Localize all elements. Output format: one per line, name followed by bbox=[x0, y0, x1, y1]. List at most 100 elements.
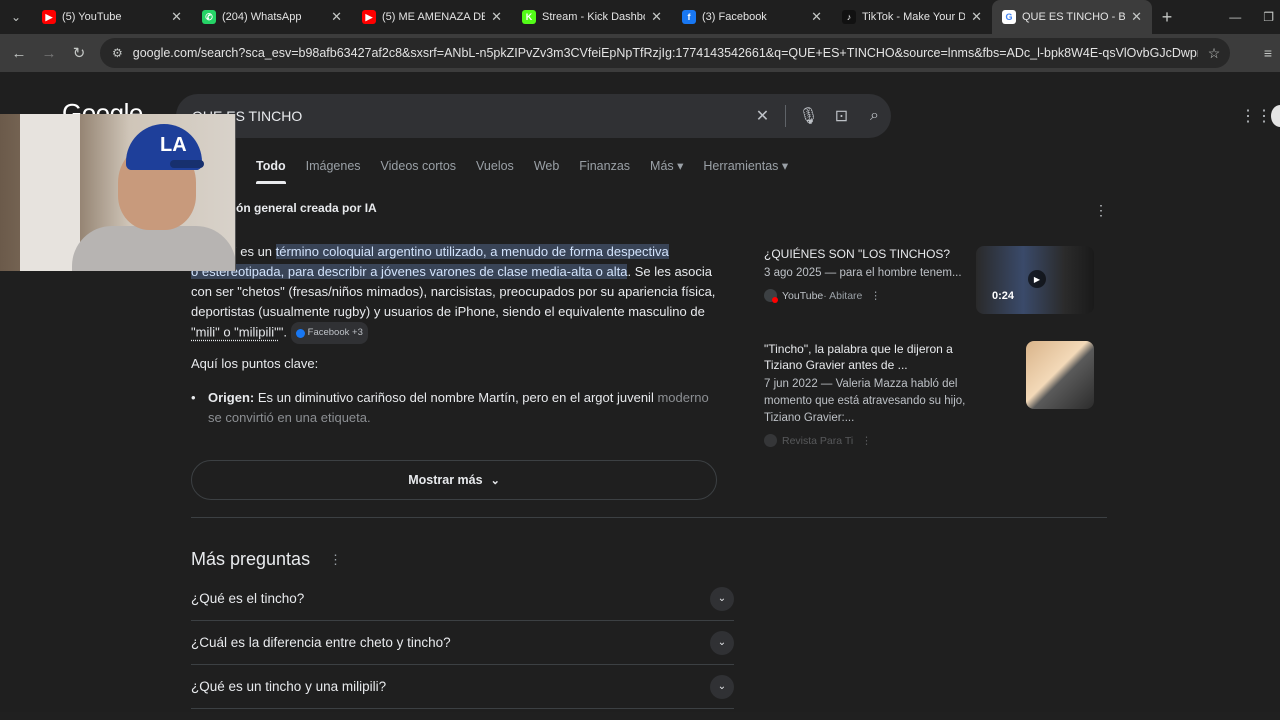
close-tab-icon[interactable]: ✕ bbox=[1131, 9, 1142, 25]
search-box[interactable]: QUE ES TINCHO ✕ 🎙 ⊡ ⌕ bbox=[176, 94, 891, 138]
ai-overview-paragraph: " es un término coloquial argentino util… bbox=[191, 242, 721, 344]
search-input[interactable]: QUE ES TINCHO bbox=[192, 108, 746, 124]
webcam-person-cap-brim bbox=[170, 160, 204, 168]
source-chip[interactable]: Facebook +3 bbox=[290, 322, 368, 344]
webcam-overlay: LA bbox=[0, 114, 236, 271]
side-result-meta: 3 ago 2025 — para el hombre tenem... bbox=[764, 267, 962, 279]
tab-videos-cortos[interactable]: Videos cortos bbox=[381, 159, 457, 173]
more-questions-title: Más preguntas bbox=[191, 549, 311, 569]
ai-overview-heading: ón general creada por IA bbox=[236, 201, 377, 215]
tab-web[interactable]: Web bbox=[534, 159, 559, 173]
chevron-down-icon[interactable]: ⌄ bbox=[710, 630, 734, 655]
browser-tab-title: (3) Facebook bbox=[702, 11, 767, 23]
chevron-down-icon: ⌄ bbox=[490, 474, 500, 487]
facebook-icon bbox=[295, 328, 305, 338]
ai-highlight-2: o estereotipada, para describir a jóvene… bbox=[191, 264, 628, 279]
ai-quote-link[interactable]: "mili" o "milipili" bbox=[191, 324, 279, 339]
question-row[interactable]: ¿Cuál es la diferencia entre cheto y tin… bbox=[191, 621, 734, 665]
tab-vuelos[interactable]: Vuelos bbox=[476, 159, 514, 173]
search-icon[interactable]: ⌕ bbox=[858, 107, 891, 125]
address-bar[interactable]: ⚙ google.com/search?sca_esv=b98afb63427a… bbox=[100, 38, 1230, 68]
reload-icon[interactable]: ↻ bbox=[64, 38, 94, 68]
browser-tab-title: (5) YouTube bbox=[62, 11, 122, 23]
forward-arrow-icon[interactable]: → bbox=[34, 38, 64, 68]
whatsapp-icon: ✆ bbox=[202, 10, 216, 24]
show-more-label: Mostrar más bbox=[408, 473, 483, 487]
side-result-2[interactable]: "Tincho", la palabra que le dijeron a Ti… bbox=[764, 341, 969, 447]
search-divider bbox=[785, 105, 786, 127]
tab-finanzas[interactable]: Finanzas bbox=[579, 159, 630, 173]
facebook-icon: f bbox=[682, 10, 696, 24]
close-tab-icon[interactable]: ✕ bbox=[171, 9, 182, 25]
source-sub: · Abitare bbox=[823, 289, 863, 302]
browser-tab[interactable]: ▶ (5) ME AMENAZA DE M ✕ bbox=[352, 0, 512, 34]
question-text: ¿Qué es el tincho? bbox=[191, 591, 305, 606]
side-result-title[interactable]: "Tincho", la palabra que le dijeron a Ti… bbox=[764, 341, 969, 373]
site-info-icon[interactable]: ⚙ bbox=[112, 46, 123, 60]
bullet-text: Es un diminutivo cariñoso del nombre Mar… bbox=[254, 390, 658, 405]
article-thumbnail[interactable] bbox=[1026, 341, 1094, 409]
chevron-down-icon[interactable]: ⌄ bbox=[710, 586, 734, 611]
ai-text-start: " es un bbox=[232, 244, 276, 259]
browser-tab[interactable]: ♪ TikTok - Make Your Da ✕ bbox=[832, 0, 992, 34]
browser-tab[interactable]: ✆ (204) WhatsApp ✕ bbox=[192, 0, 352, 34]
google-icon: G bbox=[1002, 10, 1016, 24]
side-result-title[interactable]: ¿QUIÉNES SON "LOS TINCHOS? bbox=[764, 246, 969, 262]
source-chip-label: Facebook +3 bbox=[307, 327, 363, 338]
side-result-source: Revista Para Ti ⋮ bbox=[764, 434, 969, 447]
browser-tab-title: TikTok - Make Your Da bbox=[862, 11, 966, 23]
ai-intro: Aquí los puntos clave: bbox=[191, 356, 319, 371]
more-questions-menu-icon[interactable]: ⋮ bbox=[329, 552, 342, 568]
tab-search-chevron-icon[interactable]: ⌄ bbox=[0, 0, 32, 34]
video-thumbnail[interactable]: 0:24 ▶ bbox=[976, 246, 1094, 314]
close-tab-icon[interactable]: ✕ bbox=[651, 9, 662, 25]
site-favicon-icon bbox=[764, 434, 777, 447]
source-name: YouTube bbox=[782, 289, 824, 302]
youtube-icon: ▶ bbox=[362, 10, 376, 24]
restore-icon[interactable]: ❐ bbox=[1263, 10, 1274, 24]
close-tab-icon[interactable]: ✕ bbox=[331, 9, 342, 25]
microphone-icon[interactable]: 🎙 bbox=[792, 106, 825, 126]
close-tab-icon[interactable]: ✕ bbox=[491, 9, 502, 25]
tab-imagenes[interactable]: Imágenes bbox=[306, 159, 361, 173]
kick-icon: K bbox=[522, 10, 536, 24]
ai-highlight-1: término coloquial argentino utilizado, a… bbox=[275, 244, 669, 259]
browser-tab-title: QUE ES TINCHO - Busc bbox=[1022, 11, 1126, 23]
question-text: ¿Qué es un tincho y una milipili? bbox=[191, 679, 387, 694]
question-text: ¿Cuál es la diferencia entre cheto y tin… bbox=[191, 635, 451, 650]
chevron-down-icon[interactable]: ⌄ bbox=[710, 674, 734, 699]
side-result-source: YouTube · Abitare ⋮ bbox=[764, 289, 969, 303]
ai-bullet: • Origen: Es un diminutivo cariñoso del … bbox=[191, 388, 711, 428]
close-tab-icon[interactable]: ✕ bbox=[811, 9, 822, 25]
youtube-icon bbox=[764, 289, 778, 303]
tab-todo[interactable]: Todo bbox=[256, 159, 286, 184]
ai-text-end: ". bbox=[278, 324, 288, 340]
bullet-dot-icon: • bbox=[191, 390, 196, 405]
side-result-1[interactable]: ¿QUIÉNES SON "LOS TINCHOS? 3 ago 2025 — … bbox=[764, 246, 969, 303]
browser-tab[interactable]: G QUE ES TINCHO - Busc ✕ bbox=[992, 0, 1152, 34]
result-menu-icon[interactable]: ⋮ bbox=[870, 290, 881, 302]
new-tab-button[interactable]: + bbox=[1152, 7, 1182, 28]
source-name: Revista Para Ti bbox=[782, 434, 854, 447]
lens-icon[interactable]: ⊡ bbox=[825, 106, 858, 126]
question-row[interactable]: ¿Qué es el tincho? ⌄ bbox=[191, 577, 734, 621]
browser-tab[interactable]: f (3) Facebook ✕ bbox=[672, 0, 832, 34]
minimize-icon[interactable]: — bbox=[1229, 10, 1241, 24]
reading-list-icon[interactable]: ≡ bbox=[1264, 45, 1272, 61]
back-arrow-icon[interactable]: ← bbox=[4, 38, 34, 68]
ai-overview-menu-icon[interactable]: ⋮ bbox=[1094, 202, 1108, 219]
video-duration: 0:24 bbox=[992, 290, 1015, 302]
tab-herramientas[interactable]: Herramientas ▾ bbox=[703, 158, 788, 173]
result-menu-icon[interactable]: ⋮ bbox=[861, 435, 872, 447]
question-row[interactable]: ¿Qué es un tincho y una milipili? ⌄ bbox=[191, 665, 734, 709]
browser-tab[interactable]: ▶ (5) YouTube ✕ bbox=[32, 0, 192, 34]
clear-icon[interactable]: ✕ bbox=[746, 106, 779, 126]
section-divider bbox=[191, 517, 1107, 518]
browser-tab-strip: ⌄ ▶ (5) YouTube ✕ ✆ (204) WhatsApp ✕ ▶ (5) ME A… bbox=[0, 0, 1280, 34]
tab-mas[interactable]: Más ▾ bbox=[650, 158, 683, 173]
browser-tab-title: Stream - Kick Dashboar bbox=[542, 11, 645, 23]
bookmark-star-icon[interactable]: ☆ bbox=[1198, 45, 1230, 62]
close-tab-icon[interactable]: ✕ bbox=[971, 9, 982, 25]
show-more-button[interactable]: Mostrar más ⌄ bbox=[191, 460, 717, 500]
browser-tab[interactable]: K Stream - Kick Dashboar ✕ bbox=[512, 0, 672, 34]
